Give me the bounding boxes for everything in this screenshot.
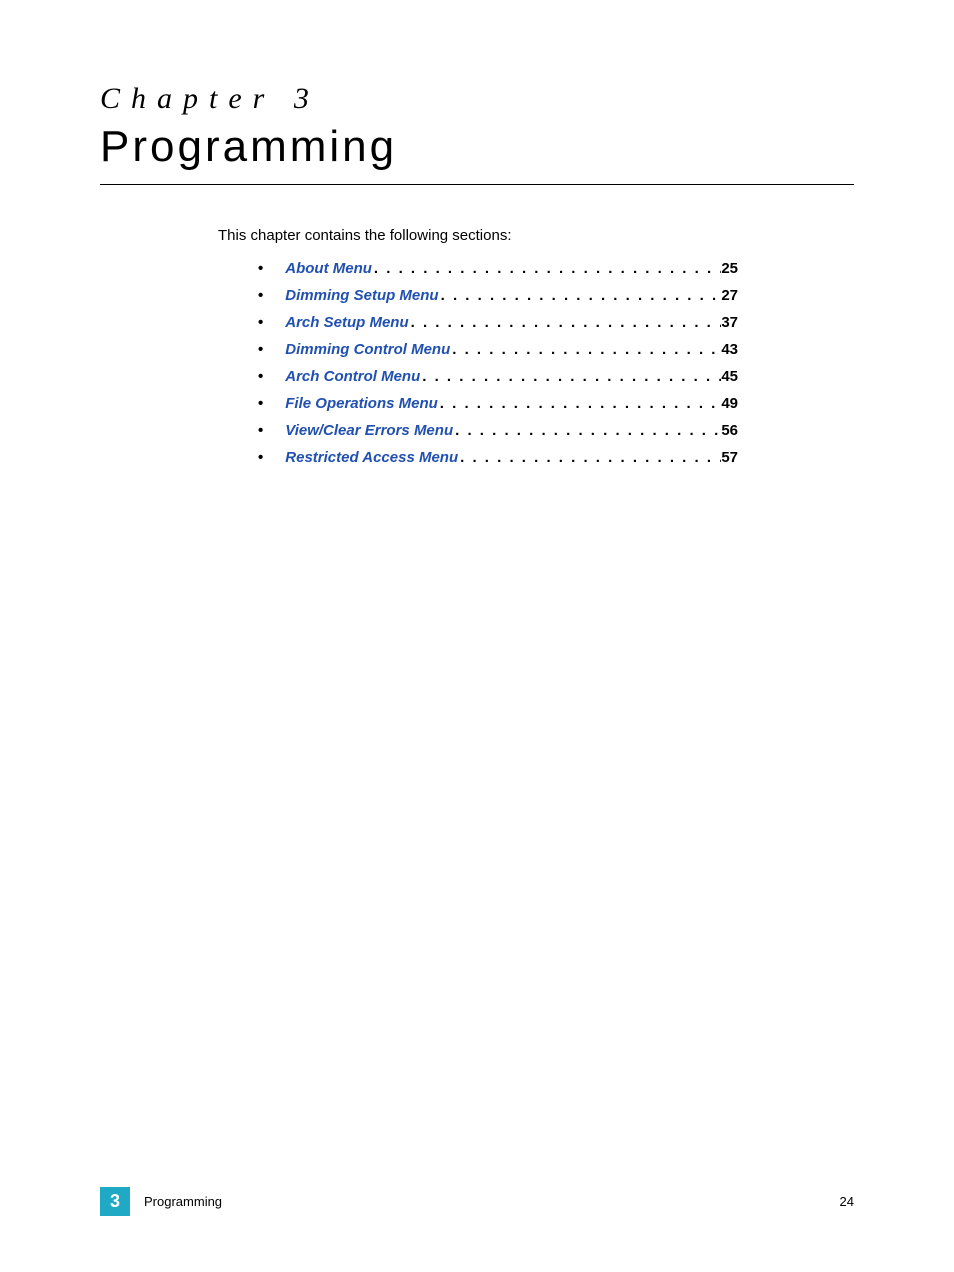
toc-link-dimming-control-menu[interactable]: Dimming Control Menu: [285, 341, 450, 358]
toc-link-dimming-setup-menu[interactable]: Dimming Setup Menu: [285, 287, 438, 304]
bullet-icon: •: [258, 314, 263, 331]
bullet-icon: •: [258, 422, 263, 439]
toc-leader: [420, 368, 721, 385]
bullet-icon: •: [258, 260, 263, 277]
toc-link-restricted-access-menu[interactable]: Restricted Access Menu: [285, 449, 458, 466]
toc-page: 49: [721, 395, 738, 412]
intro-text: This chapter contains the following sect…: [218, 227, 854, 244]
toc-leader: [439, 287, 722, 304]
toc-page: 57: [721, 449, 738, 466]
bullet-icon: •: [258, 449, 263, 466]
toc-page: 56: [721, 422, 738, 439]
toc-leader: [438, 395, 722, 412]
toc-item: • Restricted Access Menu 57: [258, 449, 738, 466]
toc-page: 43: [721, 341, 738, 358]
toc-leader: [453, 422, 721, 439]
bullet-icon: •: [258, 368, 263, 385]
footer-chapter-name: Programming: [144, 1194, 222, 1209]
toc-page: 27: [721, 287, 738, 304]
toc-link-arch-control-menu[interactable]: Arch Control Menu: [285, 368, 420, 385]
toc-item: • Arch Control Menu 45: [258, 368, 738, 385]
bullet-icon: •: [258, 395, 263, 412]
toc-page: 45: [721, 368, 738, 385]
toc-page: 37: [721, 314, 738, 331]
bullet-icon: •: [258, 341, 263, 358]
footer-page-number: 24: [840, 1194, 854, 1209]
toc-link-file-operations-menu[interactable]: File Operations Menu: [285, 395, 438, 412]
footer-chapter-number: 3: [100, 1187, 130, 1216]
toc-link-about-menu[interactable]: About Menu: [285, 260, 372, 277]
toc-item: • Dimming Control Menu 43: [258, 341, 738, 358]
toc-item: • About Menu 25: [258, 260, 738, 277]
toc-leader: [450, 341, 721, 358]
toc-list: • About Menu 25 • Dimming Setup Menu 27 …: [258, 260, 738, 466]
toc-item: • Arch Setup Menu 37: [258, 314, 738, 331]
toc-link-view-clear-errors-menu[interactable]: View/Clear Errors Menu: [285, 422, 453, 439]
toc-item: • File Operations Menu 49: [258, 395, 738, 412]
toc-leader: [372, 260, 721, 277]
toc-page: 25: [721, 260, 738, 277]
toc-item: • Dimming Setup Menu 27: [258, 287, 738, 304]
page-footer: 3 Programming 24: [100, 1187, 854, 1216]
toc-link-arch-setup-menu[interactable]: Arch Setup Menu: [285, 314, 408, 331]
toc-item: • View/Clear Errors Menu 56: [258, 422, 738, 439]
chapter-label: Chapter 3: [100, 82, 854, 116]
bullet-icon: •: [258, 287, 263, 304]
toc-leader: [409, 314, 722, 331]
chapter-title: Programming: [100, 122, 854, 185]
toc-leader: [458, 449, 721, 466]
